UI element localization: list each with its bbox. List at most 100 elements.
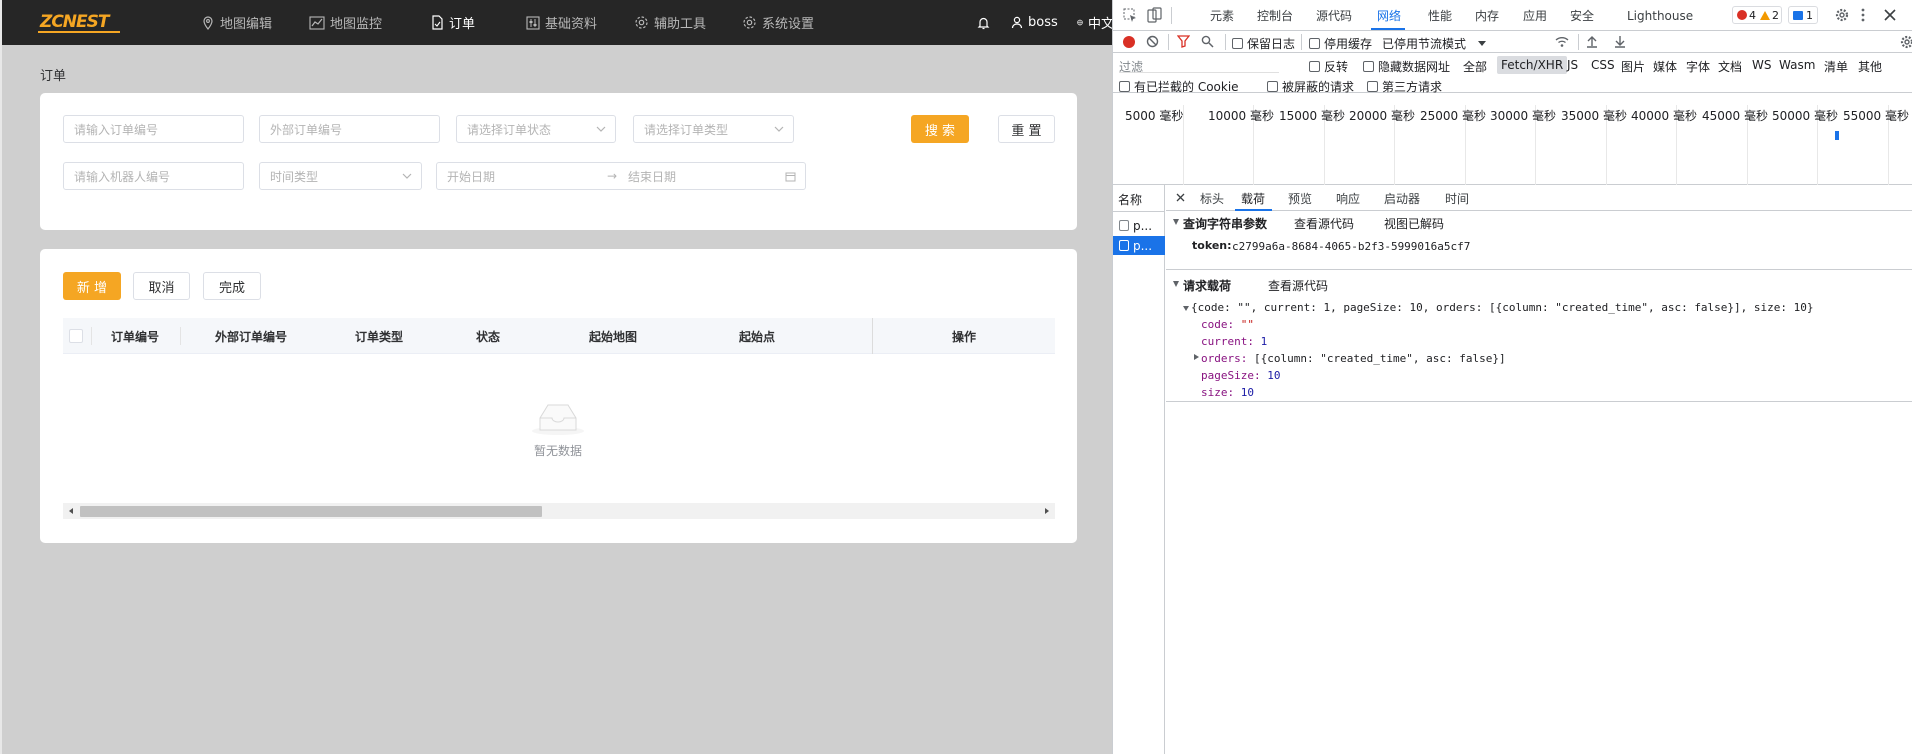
date-range-picker[interactable]: 开始日期 → 结束日期 [436,162,806,190]
payload-title[interactable]: 请求载荷 [1183,277,1231,294]
filter-type-font[interactable]: 字体 [1686,58,1710,75]
request-row[interactable]: p... [1113,216,1165,235]
cancel-order-button[interactable]: 取消 [133,272,190,300]
search-button[interactable]: 搜 索 [911,115,969,143]
clear-icon[interactable] [1146,35,1159,48]
devtools-tab-elements[interactable]: 元素 [1210,0,1234,31]
user-icon [1011,16,1023,29]
external-order-no-input[interactable]: 外部订单编号 [259,115,440,143]
devtools-tab-security[interactable]: 安全 [1570,0,1594,31]
devtools-tab-console[interactable]: 控制台 [1257,0,1293,31]
nav-map-monitor[interactable]: 地图监控 [309,0,382,45]
nav-map-edit[interactable]: 地图编辑 [201,0,272,45]
filter-type-all[interactable]: 全部 [1463,58,1487,75]
payload-field-orders[interactable]: orders: [{column: "created_time", asc: f… [1201,352,1506,365]
scrollbar-thumb[interactable] [80,506,542,517]
payload-view-source-link[interactable]: 查看源代码 [1268,277,1328,294]
request-row-selected[interactable]: p... [1113,236,1165,255]
messages-counter[interactable]: 1 [1788,6,1818,24]
order-type-select[interactable]: 请选择订单类型 [633,115,794,143]
end-date-input[interactable]: 结束日期 [628,168,676,185]
expand-triangle-icon[interactable] [1173,219,1179,225]
invert-checkbox[interactable]: 反转 [1309,58,1348,75]
nav-tools[interactable]: 辅助工具 [634,0,706,45]
detail-tab-initiator[interactable]: 启动器 [1384,185,1420,211]
filter-type-doc[interactable]: 文档 [1718,58,1742,75]
devtools-tab-lighthouse[interactable]: Lighthouse [1627,0,1693,31]
notification-bell[interactable] [977,0,995,45]
issues-counter[interactable]: 4 2 [1732,6,1782,24]
filter-type-ws[interactable]: WS [1752,58,1771,72]
detail-tab-payload[interactable]: 载荷 [1241,185,1265,211]
filter-type-img[interactable]: 图片 [1621,58,1645,75]
filter-type-other[interactable]: 其他 [1858,58,1882,75]
location-pin-icon [203,15,213,30]
record-icon[interactable] [1123,36,1135,48]
select-all-checkbox[interactable] [69,329,83,343]
inspect-element-icon[interactable] [1123,8,1138,23]
devtools-tab-performance[interactable]: 性能 [1428,0,1452,31]
filter-type-css[interactable]: CSS [1591,58,1615,72]
expand-triangle-icon[interactable] [1173,281,1179,287]
detail-tab-response[interactable]: 响应 [1336,185,1360,211]
brand-logo[interactable]: ZCNEST [40,12,109,32]
user-menu[interactable]: boss [1011,0,1058,45]
filter-type-js[interactable]: JS [1567,58,1578,72]
view-source-link[interactable]: 查看源代码 [1294,215,1354,232]
settings-gear-icon[interactable] [1835,8,1849,22]
devtools-tab-sources[interactable]: 源代码 [1316,0,1352,31]
tree-collapsed-icon[interactable] [1194,354,1199,360]
time-type-select[interactable]: 时间类型 [259,162,422,190]
detail-tab-headers[interactable]: 标头 [1200,185,1224,211]
third-party-checkbox[interactable]: 第三方请求 [1367,78,1442,95]
network-settings-gear-icon[interactable] [1900,35,1912,49]
add-order-button[interactable]: 新 增 [63,272,121,300]
network-conditions-icon[interactable] [1555,35,1569,48]
select-placeholder: 请选择订单类型 [644,122,729,137]
nav-orders[interactable]: 订单 [431,0,475,45]
close-detail-icon[interactable] [1176,193,1185,202]
scroll-left-arrow-icon[interactable] [67,507,75,515]
filter-type-manifest[interactable]: 清单 [1824,58,1848,75]
payload-summary[interactable]: {code: "", current: 1, pageSize: 10, ord… [1191,301,1814,314]
scroll-right-arrow-icon[interactable] [1043,507,1051,515]
order-no-input[interactable]: 请输入订单编号 [63,115,244,143]
disable-cache-checkbox[interactable]: 停用缓存 [1309,35,1372,52]
table-horizontal-scrollbar[interactable] [63,503,1055,519]
tree-expand-icon[interactable] [1183,306,1189,311]
preserve-log-checkbox[interactable]: 保留日志 [1232,35,1295,52]
reset-button[interactable]: 重 置 [998,115,1055,143]
throttle-select[interactable]: 已停用节流模式 [1382,35,1487,52]
device-toolbar-icon[interactable] [1147,7,1162,23]
blocked-requests-checkbox[interactable]: 被屏蔽的请求 [1267,78,1354,95]
nav-basic-data[interactable]: 基础资料 [526,0,597,45]
filter-input[interactable]: 过滤 [1119,58,1279,74]
blocked-cookies-checkbox[interactable]: 有已拦截的 Cookie [1119,78,1239,95]
more-options-icon[interactable] [1861,8,1865,22]
finish-order-button[interactable]: 完成 [203,272,261,300]
nav-label: 订单 [449,17,476,32]
network-timeline-overview[interactable]: 5000 毫秒 10000 毫秒 15000 毫秒 20000 毫秒 25000… [1113,105,1912,185]
filter-type-media[interactable]: 媒体 [1653,58,1677,75]
detail-tab-preview[interactable]: 预览 [1288,185,1312,211]
export-har-icon[interactable] [1614,35,1626,48]
devtools-tab-memory[interactable]: 内存 [1475,0,1499,31]
search-icon[interactable] [1201,35,1214,48]
close-devtools-icon[interactable] [1884,9,1896,21]
filter-type-fetch-xhr[interactable]: Fetch/XHR [1497,56,1568,74]
hide-data-urls-checkbox[interactable]: 隐藏数据网址 [1363,58,1450,75]
filter-funnel-icon[interactable] [1177,35,1190,48]
order-status-select[interactable]: 请选择订单状态 [456,115,616,143]
view-decoded-link[interactable]: 视图已解码 [1384,215,1444,232]
language-switch[interactable]: 中文 [1077,0,1114,45]
detail-tab-timing[interactable]: 时间 [1445,185,1469,211]
devtools-tab-network[interactable]: 网络 [1377,0,1401,31]
query-params-title[interactable]: 查询字符串参数 [1183,215,1267,232]
import-har-icon[interactable] [1586,35,1598,48]
devtools-tab-application[interactable]: 应用 [1523,0,1547,31]
name-column-header[interactable]: 名称 [1118,191,1142,208]
filter-type-wasm[interactable]: Wasm [1779,58,1815,72]
nav-settings[interactable]: 系统设置 [742,0,814,45]
start-date-input[interactable]: 开始日期 [447,168,607,185]
robot-no-input[interactable]: 请输入机器人编号 [63,162,244,190]
